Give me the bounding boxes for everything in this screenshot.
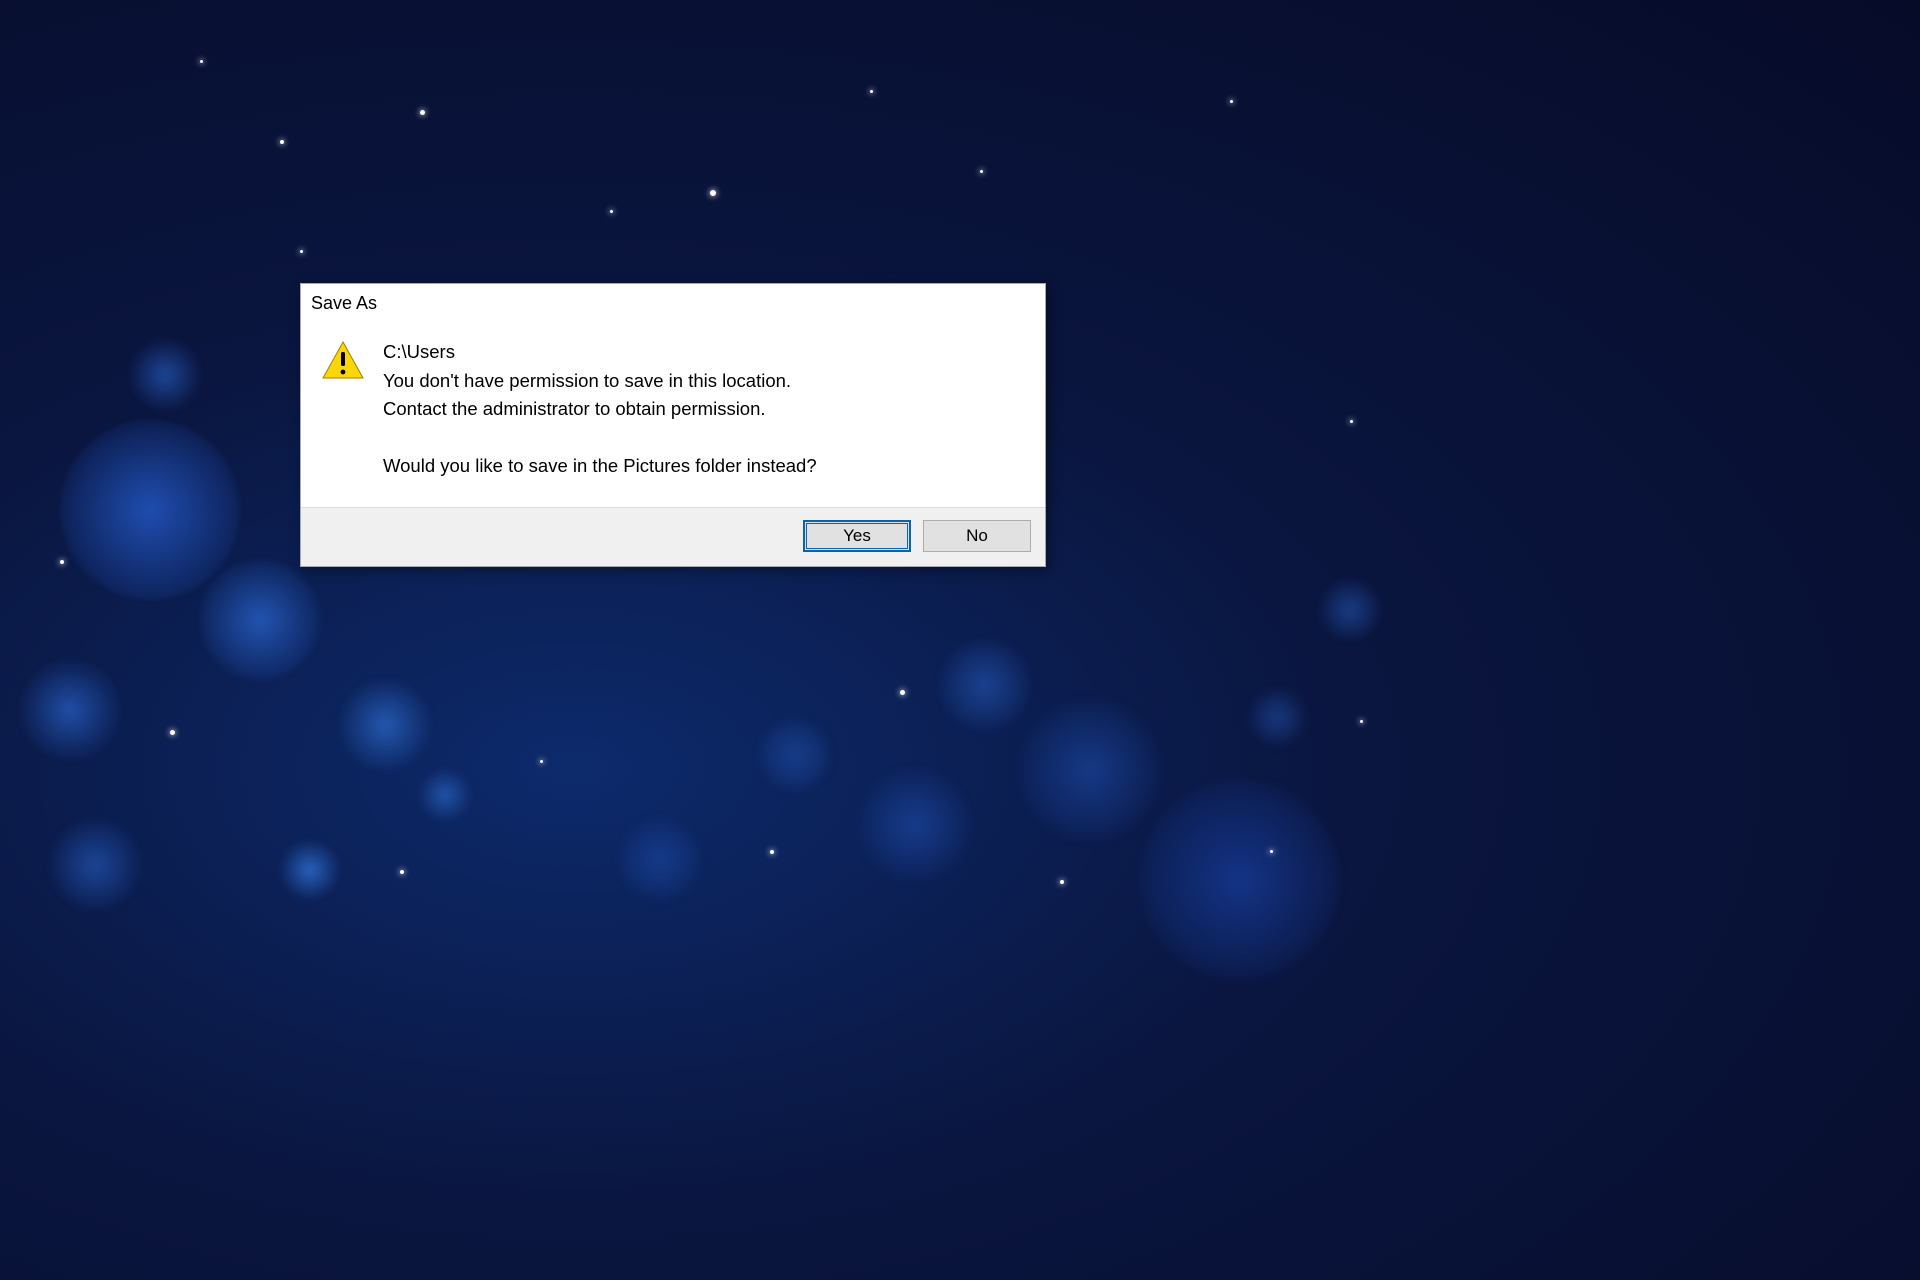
sparkle-dot <box>710 190 716 196</box>
bokeh-bubble <box>130 340 200 410</box>
sparkle-dot <box>300 250 303 253</box>
sparkle-dot <box>770 850 774 854</box>
sparkle-dot <box>900 690 905 695</box>
bokeh-bubble <box>1250 690 1305 745</box>
sparkle-dot <box>60 560 64 564</box>
bokeh-bubble <box>60 420 240 600</box>
message-line-contact-admin: Contact the administrator to obtain perm… <box>383 395 1025 424</box>
sparkle-dot <box>1270 850 1273 853</box>
sparkle-dot <box>200 60 203 63</box>
bokeh-bubble <box>200 560 320 680</box>
message-question: Would you like to save in the Pictures f… <box>383 452 1025 481</box>
yes-button[interactable]: Yes <box>803 520 911 552</box>
sparkle-dot <box>540 760 543 763</box>
bokeh-bubble <box>940 640 1030 730</box>
bokeh-bubble <box>50 820 140 910</box>
bokeh-bubble <box>20 660 120 760</box>
bokeh-bubble <box>620 820 700 900</box>
sparkle-dot <box>610 210 613 213</box>
dialog-body: C:\Users You don't have permission to sa… <box>301 322 1045 507</box>
bokeh-bubble <box>280 840 340 900</box>
bokeh-bubble <box>1020 700 1160 840</box>
no-button[interactable]: No <box>923 520 1031 552</box>
sparkle-dot <box>400 870 404 874</box>
sparkle-dot <box>420 110 425 115</box>
sparkle-dot <box>280 140 284 144</box>
sparkle-dot <box>1060 880 1064 884</box>
sparkle-dot <box>1230 100 1233 103</box>
sparkle-dot <box>1350 420 1353 423</box>
bokeh-bubble <box>340 680 430 770</box>
save-as-dialog: Save As C:\Users You don't have permissi… <box>300 283 1046 567</box>
dialog-footer: Yes No <box>301 507 1045 566</box>
dialog-message: C:\Users You don't have permission to sa… <box>383 338 1025 481</box>
message-line-permission: You don't have permission to save in thi… <box>383 367 1025 396</box>
sparkle-dot <box>870 90 873 93</box>
dialog-titlebar[interactable]: Save As <box>301 284 1045 322</box>
dialog-title: Save As <box>311 293 377 314</box>
bokeh-bubble <box>860 770 970 880</box>
sparkle-dot <box>1360 720 1363 723</box>
bokeh-bubble <box>760 720 830 790</box>
bokeh-bubble <box>1140 780 1340 980</box>
sparkle-dot <box>980 170 983 173</box>
bokeh-bubble <box>1320 580 1380 640</box>
warning-icon <box>321 340 365 380</box>
bokeh-bubble <box>420 770 470 820</box>
sparkle-dot <box>170 730 175 735</box>
message-path: C:\Users <box>383 338 1025 367</box>
